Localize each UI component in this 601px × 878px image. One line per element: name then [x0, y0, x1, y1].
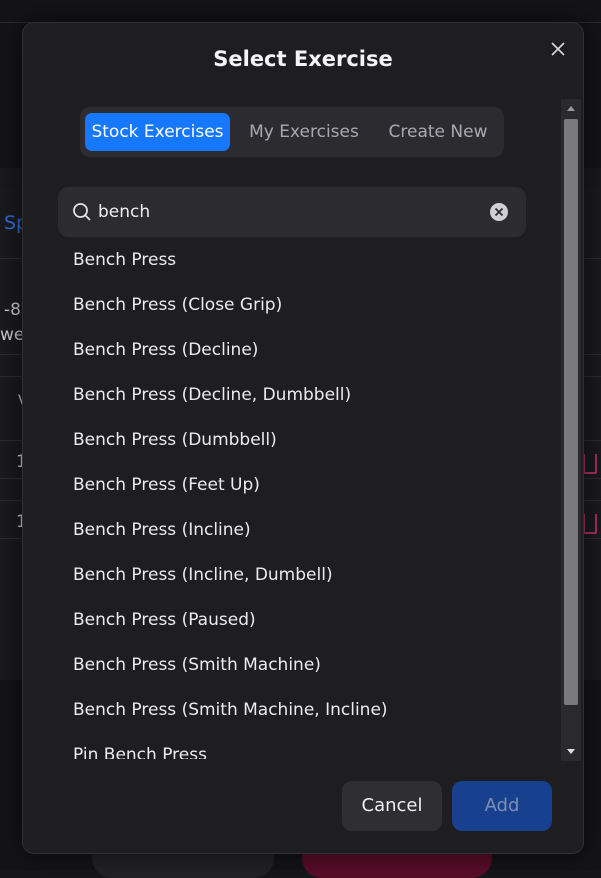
list-item[interactable]: Pin Bench Press — [73, 736, 207, 759]
list-item[interactable]: Bench Press (Close Grip) — [73, 286, 282, 331]
list-item[interactable]: Bench Press (Incline) — [73, 511, 251, 556]
list-scrollbar[interactable] — [561, 99, 581, 761]
tab-my-exercises[interactable]: My Exercises — [238, 113, 370, 151]
trash-icon — [583, 514, 597, 534]
scrollbar-thumb[interactable] — [564, 119, 578, 705]
list-item[interactable]: Bench Press (Paused) — [73, 601, 256, 646]
trash-icon — [583, 454, 597, 474]
search-box — [58, 187, 526, 237]
scroll-down-icon[interactable] — [561, 743, 581, 759]
close-icon — [551, 42, 565, 56]
select-exercise-dialog: Select Exercise Stock Exercises My Exerc… — [22, 22, 584, 854]
list-item[interactable]: Bench Press (Dumbbell) — [73, 421, 277, 466]
list-item[interactable]: Bench Press (Incline, Dumbell) — [73, 556, 333, 601]
tab-stock-exercises[interactable]: Stock Exercises — [85, 113, 230, 151]
clear-search-button[interactable] — [490, 203, 508, 221]
dialog-title: Select Exercise — [213, 47, 393, 71]
exercise-list: Bench Press Bench Press (Close Grip) Ben… — [23, 241, 563, 759]
list-item[interactable]: Bench Press (Decline, Dumbbell) — [73, 376, 351, 421]
search-icon — [73, 203, 91, 221]
list-item[interactable]: Bench Press (Feet Up) — [73, 466, 260, 511]
exercise-source-tabs: Stock Exercises My Exercises Create New — [80, 107, 504, 157]
clear-icon — [494, 207, 504, 217]
scroll-up-icon[interactable] — [561, 101, 581, 117]
list-item[interactable]: Bench Press — [73, 241, 176, 286]
list-item[interactable]: Bench Press (Smith Machine) — [73, 646, 321, 691]
cancel-button[interactable]: Cancel — [342, 781, 442, 831]
close-button[interactable] — [546, 37, 570, 61]
list-item[interactable]: Bench Press (Decline) — [73, 331, 258, 376]
add-button[interactable]: Add — [452, 781, 552, 831]
search-input[interactable] — [98, 187, 478, 237]
background-range-text: -8 — [4, 300, 21, 320]
list-item[interactable]: Bench Press (Smith Machine, Incline) — [73, 691, 388, 736]
tab-create-new[interactable]: Create New — [376, 113, 500, 151]
